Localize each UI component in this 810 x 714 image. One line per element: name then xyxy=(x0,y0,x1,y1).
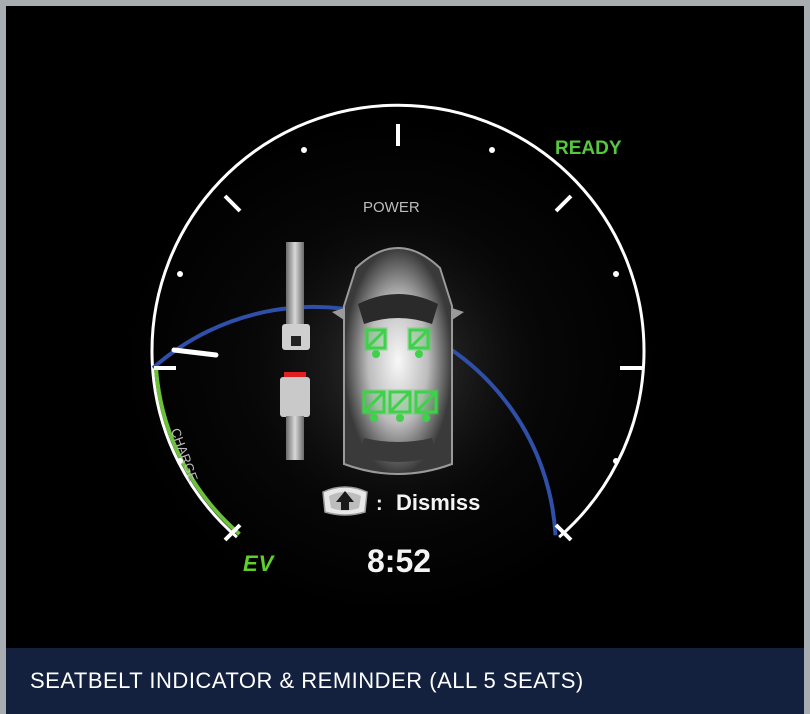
caption-text: SEATBELT INDICATOR & REMINDER (ALL 5 SEA… xyxy=(30,668,584,693)
belt-lower-strap xyxy=(286,416,304,460)
car-top-view-icon xyxy=(332,247,464,475)
dot-2 xyxy=(489,147,495,153)
dot-3 xyxy=(177,271,183,277)
dot-1 xyxy=(301,147,307,153)
dot-6 xyxy=(613,458,619,464)
car-body xyxy=(343,247,453,475)
charge-arc xyxy=(154,367,241,536)
belt-upper-strap xyxy=(286,242,304,328)
belt-tongue-slot xyxy=(291,336,301,346)
dismiss-label: Dismiss xyxy=(396,490,481,515)
tick-upper-left xyxy=(223,194,242,213)
buckle-body xyxy=(280,377,310,417)
tick-upper-right xyxy=(554,194,573,213)
dismiss-separator: : xyxy=(376,493,383,515)
gauge-needle xyxy=(171,347,219,358)
steering-button-icon[interactable] xyxy=(319,482,371,518)
power-gauge-label: POWER xyxy=(363,199,420,216)
ev-mode-indicator: EV xyxy=(243,551,275,576)
clock-display: 8:52 xyxy=(367,543,432,579)
instrument-cluster-display: READY POWER CHARGE EV : Dismiss 8:52 xyxy=(6,6,804,648)
screenshot-frame: READY POWER CHARGE EV : Dismiss 8:52 SEA… xyxy=(6,6,804,714)
buckle-release-red xyxy=(284,372,306,377)
dot-4 xyxy=(613,271,619,277)
caption-bar: SEATBELT INDICATOR & REMINDER (ALL 5 SEA… xyxy=(6,648,804,714)
ready-indicator: READY xyxy=(555,138,622,159)
